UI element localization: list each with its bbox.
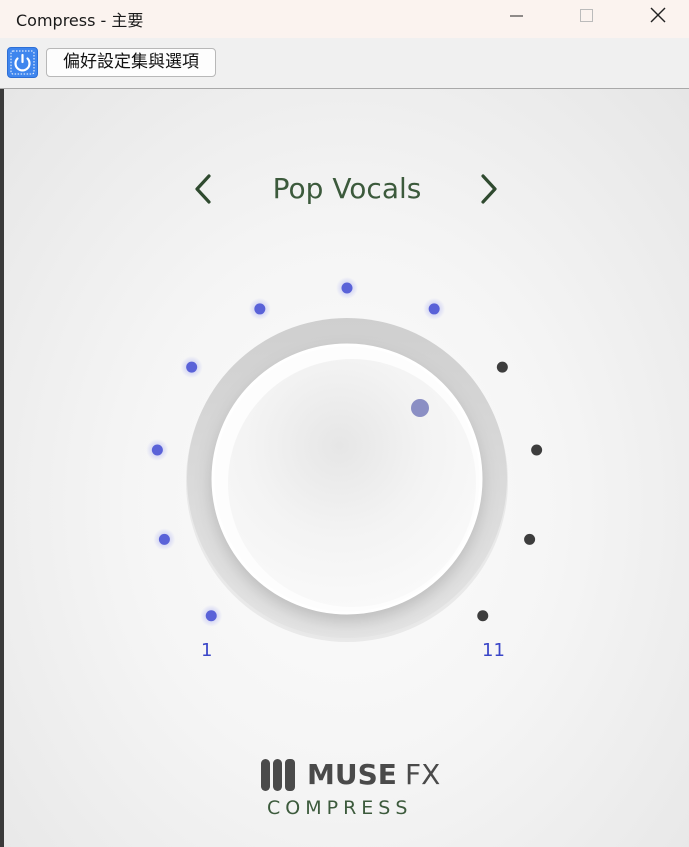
led-unlit (524, 533, 536, 545)
maximize-icon (580, 9, 593, 22)
led-lit (158, 533, 170, 545)
logo-mark (261, 759, 295, 791)
preferences-button[interactable]: 偏好設定集與選項 (46, 48, 216, 77)
close-icon (650, 7, 666, 23)
plugin-panel: Pop Vocals 1 11 MUSE FX COMPRESS (4, 89, 689, 847)
led-lit (341, 282, 353, 294)
power-button[interactable] (7, 47, 38, 78)
minimize-icon (510, 15, 523, 17)
window-title: Compress - 主要 (16, 11, 144, 30)
logo-text-fx: FX (405, 758, 441, 791)
musefx-logo: MUSE FX COMPRESS (259, 757, 441, 827)
toolbar: 偏好設定集與選項 (0, 38, 689, 89)
knob-graphic (146, 277, 543, 642)
led-lit (428, 303, 440, 315)
led-lit (186, 361, 198, 373)
led-lit (205, 610, 217, 622)
minimize-button[interactable] (494, 0, 540, 38)
led-lit (254, 303, 266, 315)
title-bar: Compress - 主要 (0, 0, 689, 38)
close-button[interactable] (634, 0, 680, 38)
logo-text-muse: MUSE (307, 758, 397, 791)
led-unlit (477, 610, 489, 622)
knob-max-label: 11 (482, 640, 505, 661)
logo-product-name: COMPRESS (267, 797, 413, 819)
maximize-button[interactable] (563, 0, 609, 38)
led-lit (151, 444, 163, 456)
led-unlit (531, 444, 543, 456)
power-icon (10, 50, 35, 75)
rotary-knob[interactable] (197, 329, 497, 629)
knob-min-label: 1 (201, 640, 213, 661)
led-unlit (496, 361, 508, 373)
